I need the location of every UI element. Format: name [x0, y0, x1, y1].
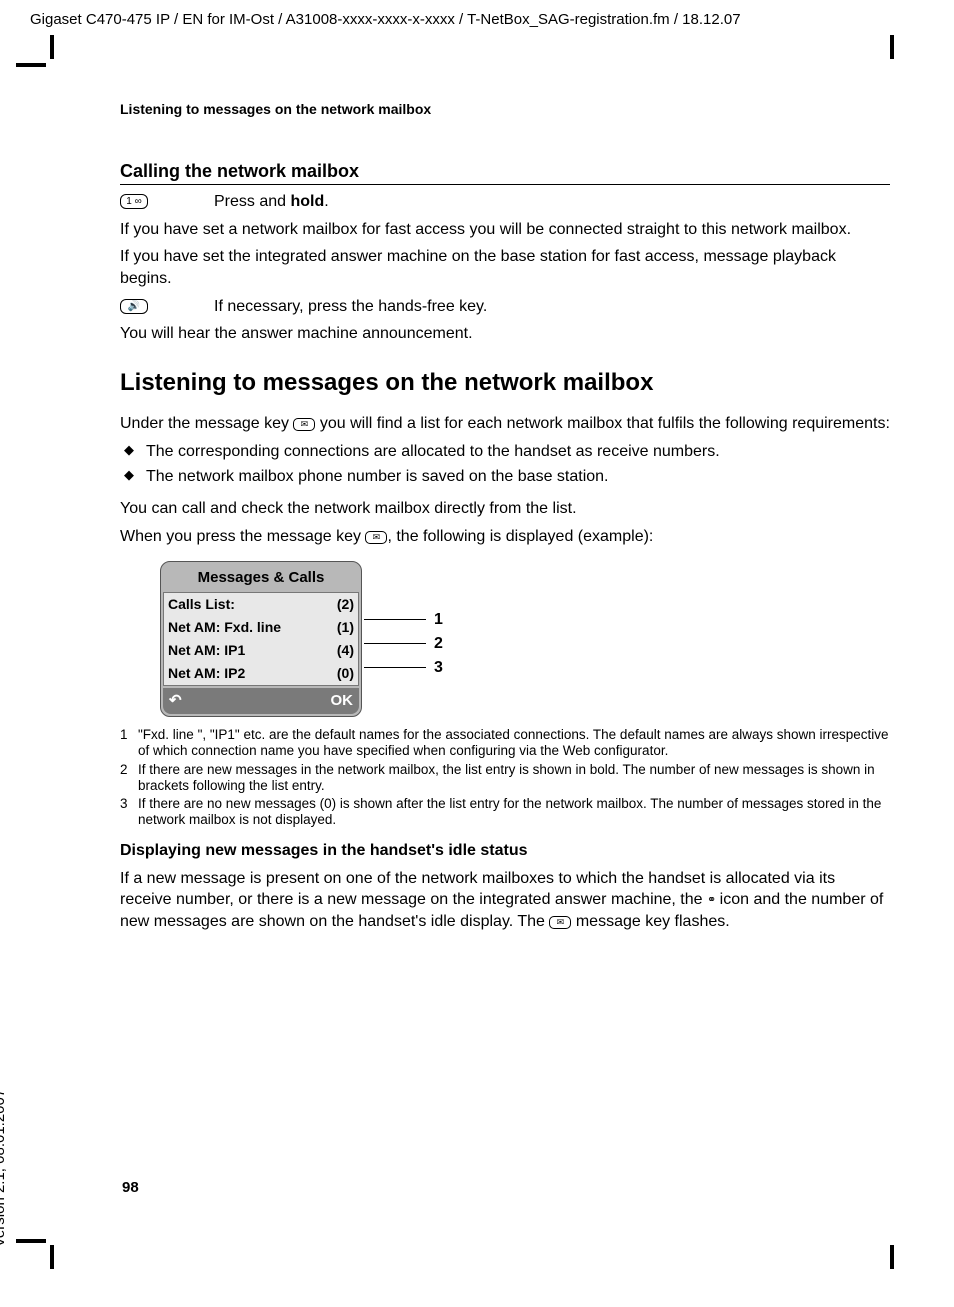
- phone-row: Calls List: (2): [164, 593, 358, 616]
- heading-calling: Calling the network mailbox: [120, 159, 890, 185]
- instruction-row: 🔊 If necessary, press the hands-free key…: [120, 296, 890, 318]
- text: message key flashes.: [571, 913, 729, 930]
- footnote-num: 2: [120, 762, 138, 794]
- crop-mark: [16, 63, 46, 67]
- tape-icon: ⚭: [707, 894, 715, 906]
- footnote-text: If there are no new messages (0) is show…: [138, 796, 890, 828]
- callout-line: [364, 643, 426, 644]
- text-bold: hold: [290, 193, 324, 210]
- phone-display-example: Messages & Calls Calls List: (2) Net AM:…: [160, 561, 890, 717]
- paragraph: You will hear the answer machine announc…: [120, 323, 890, 345]
- callout-line: [364, 619, 426, 620]
- phone-row-label: Net AM: Fxd. line: [168, 618, 281, 637]
- paragraph: If you have set the integrated answer ma…: [120, 246, 890, 289]
- heading-displaying: Displaying new messages in the handset's…: [120, 840, 890, 862]
- instruction-text: If necessary, press the hands-free key.: [214, 296, 890, 318]
- version-text: Version 2.1, 08.01.2007: [0, 1089, 10, 1247]
- footnote: 2 If there are new messages in the netwo…: [120, 762, 890, 794]
- phone-row-label: Calls List:: [168, 595, 235, 614]
- phone-row-label: Net AM: IP2: [168, 664, 245, 683]
- softkey-back-icon: ↶: [169, 691, 182, 711]
- instruction-text: Press and hold.: [214, 191, 890, 213]
- bullet-list: The corresponding connections are alloca…: [120, 441, 890, 488]
- handsfree-key-icon: 🔊: [120, 299, 148, 314]
- callout-number: 1: [434, 609, 443, 631]
- crop-mark: [890, 35, 894, 59]
- footnote-num: 3: [120, 796, 138, 828]
- paragraph: If a new message is present on one of th…: [120, 868, 890, 933]
- footnote: 3 If there are no new messages (0) is sh…: [120, 796, 890, 828]
- paragraph: When you press the message key ✉, the fo…: [120, 526, 890, 548]
- footnote-num: 1: [120, 727, 138, 759]
- text: Press and: [214, 193, 290, 210]
- crop-mark: [16, 1239, 46, 1243]
- phone-row-value: (1): [337, 618, 354, 637]
- callout-number: 3: [434, 657, 443, 679]
- message-key-icon: ✉: [365, 531, 387, 544]
- footnotes: 1 "Fxd. line ", "IP1" etc. are the defau…: [120, 727, 890, 828]
- instruction-row: 1 ∞ Press and hold.: [120, 191, 890, 213]
- running-header: Listening to messages on the network mai…: [120, 100, 890, 119]
- doc-header-path: Gigaset C470-475 IP / EN for IM-Ost / A3…: [30, 10, 924, 30]
- phone-row: Net AM: IP2 (0): [164, 662, 358, 685]
- phone-row: Net AM: IP1 (4): [164, 639, 358, 662]
- callout-number: 2: [434, 633, 443, 655]
- message-key-icon: ✉: [549, 916, 571, 929]
- text: When you press the message key: [120, 528, 365, 545]
- key-1-icon: 1 ∞: [120, 194, 148, 209]
- softkey-ok: OK: [331, 691, 354, 711]
- text: , the following is displayed (example):: [387, 528, 653, 545]
- paragraph: If you have set a network mailbox for fa…: [120, 219, 890, 241]
- text: you will find a list for each network ma…: [315, 415, 889, 432]
- crop-mark: [50, 1245, 54, 1269]
- heading-listening: Listening to messages on the network mai…: [120, 367, 890, 399]
- phone-row-value: (2): [337, 595, 354, 614]
- phone-screen: Messages & Calls Calls List: (2) Net AM:…: [160, 561, 362, 717]
- text: Under the message key: [120, 415, 293, 432]
- footnote-text: "Fxd. line ", "IP1" etc. are the default…: [138, 727, 890, 759]
- page-content: Listening to messages on the network mai…: [120, 100, 890, 939]
- message-key-icon: ✉: [293, 418, 315, 431]
- crop-mark: [50, 35, 54, 59]
- crop-mark: [890, 1245, 894, 1269]
- callout-line: [364, 667, 426, 668]
- list-item: The network mailbox phone number is save…: [120, 466, 890, 488]
- phone-title: Messages & Calls: [161, 562, 361, 592]
- footnote-text: If there are new messages in the network…: [138, 762, 890, 794]
- footnote: 1 "Fxd. line ", "IP1" etc. are the defau…: [120, 727, 890, 759]
- phone-row: Net AM: Fxd. line (1): [164, 616, 358, 639]
- phone-row-value: (4): [337, 641, 354, 660]
- page-number: 98: [122, 1178, 139, 1198]
- list-item: The corresponding connections are alloca…: [120, 441, 890, 463]
- paragraph: Under the message key ✉ you will find a …: [120, 413, 890, 435]
- paragraph: You can call and check the network mailb…: [120, 498, 890, 520]
- text: .: [324, 193, 328, 210]
- phone-row-label: Net AM: IP1: [168, 641, 245, 660]
- phone-row-value: (0): [337, 664, 354, 683]
